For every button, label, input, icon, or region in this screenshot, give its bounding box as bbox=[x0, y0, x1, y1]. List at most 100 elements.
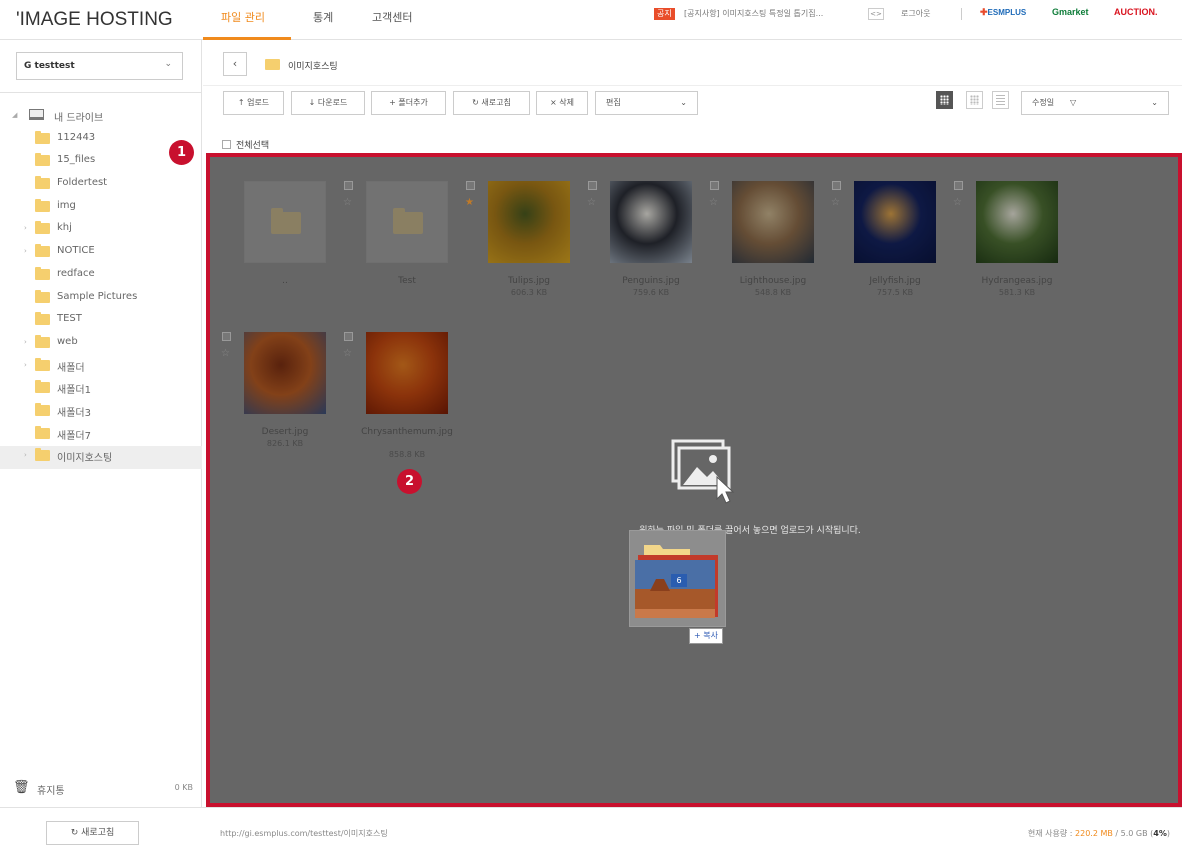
folder-icon bbox=[35, 357, 50, 371]
esmplus-logo[interactable]: ✚ESMPLUS bbox=[980, 7, 1026, 18]
sidebar-folder-item[interactable]: › khj bbox=[0, 219, 202, 242]
image-upload-icon bbox=[671, 439, 735, 504]
file-checkbox[interactable] bbox=[344, 332, 353, 341]
tab-customer-center[interactable]: 고객센터 bbox=[372, 9, 412, 25]
sort-select[interactable]: 수정일 ▽ ⌄ bbox=[1021, 91, 1169, 115]
file-checkbox[interactable] bbox=[466, 181, 475, 190]
sidebar-folder-label: img bbox=[57, 199, 76, 211]
select-all[interactable]: 전체선택 bbox=[222, 137, 269, 151]
esmplus-mark-icon: ✚ bbox=[980, 7, 988, 17]
star-icon[interactable]: ☆ bbox=[221, 348, 230, 359]
folder-icon bbox=[35, 312, 50, 326]
file-size: 757.5 KB bbox=[876, 288, 914, 297]
file-item[interactable]: ☆ Lighthouse.jpg 548.8 KB bbox=[709, 181, 814, 331]
expand-arrow-icon[interactable]: › bbox=[24, 451, 27, 459]
thumbnail-grid-view-button[interactable] bbox=[936, 91, 953, 109]
file-checkbox[interactable] bbox=[954, 181, 963, 190]
tree-root-my-drive[interactable]: ◢ 내 드라이브 bbox=[0, 106, 202, 129]
folder-icon bbox=[35, 221, 50, 235]
file-name: Chrysanthemum.jpg bbox=[361, 427, 453, 437]
expand-arrow-icon[interactable]: › bbox=[24, 247, 27, 255]
sidebar-folder-label: NOTICE bbox=[57, 245, 95, 257]
tab-statistics[interactable]: 통계 bbox=[313, 9, 333, 25]
file-item[interactable]: ★ Tulips.jpg 606.3 KB bbox=[465, 181, 570, 331]
star-icon[interactable]: ☆ bbox=[343, 197, 352, 208]
collapse-arrow-icon[interactable]: ◢ bbox=[12, 111, 17, 119]
tab-file-management[interactable]: 파일 관리 bbox=[221, 9, 265, 25]
star-icon[interactable]: ☆ bbox=[831, 197, 840, 208]
step-marker-1: 1 bbox=[169, 140, 194, 165]
trash-item[interactable]: 🗑 휴지통 0 KB bbox=[13, 780, 193, 797]
sidebar-folder-item[interactable]: Sample Pictures bbox=[0, 288, 202, 311]
select-all-checkbox[interactable] bbox=[222, 139, 231, 149]
auction-logo[interactable]: AUCTION. bbox=[1114, 7, 1158, 17]
sidebar-folder-item[interactable]: › 이미지호스팅 bbox=[0, 446, 202, 469]
drop-hint-text: 원하는 파일 및 폴더를 끌어서 놓으면 업로드가 시작됩니다. bbox=[639, 526, 861, 536]
file-item[interactable]: ☆ Chrysanthemum.jpg 858.8 KB bbox=[343, 332, 453, 482]
star-icon[interactable]: ☆ bbox=[953, 197, 962, 208]
parent-folder-thumbnail bbox=[244, 181, 326, 263]
sidebar-folder-item[interactable]: 새폴더7 bbox=[0, 424, 202, 447]
file-checkbox[interactable] bbox=[710, 181, 719, 190]
file-item[interactable]: ☆ Jellyfish.jpg 757.5 KB bbox=[831, 181, 936, 331]
list-view-button[interactable] bbox=[992, 91, 1009, 109]
star-icon[interactable]: ☆ bbox=[587, 197, 596, 208]
account-select[interactable]: G testtest ⌄ bbox=[16, 52, 183, 80]
back-button[interactable]: ‹ bbox=[223, 52, 247, 76]
gmarket-logo[interactable]: Gmarket bbox=[1052, 7, 1089, 17]
folder-icon bbox=[35, 402, 50, 416]
sidebar-folder-item[interactable]: Foldertest bbox=[0, 174, 202, 197]
top-header: 'IMAGE HOSTING 파일 관리 통계 고객센터 공지 [공지사항] 이… bbox=[0, 0, 1182, 40]
logout-link[interactable]: 로그아웃 bbox=[901, 8, 930, 19]
folder-item[interactable]: ☆ Test bbox=[343, 181, 448, 331]
edit-select[interactable]: 편집 ⌄ bbox=[595, 91, 698, 115]
current-path: 이미지호스팅 bbox=[288, 62, 338, 72]
file-checkbox[interactable] bbox=[344, 181, 353, 190]
drop-zone-overlay[interactable]: .. ☆ Test ★ Tulips.jpg 606.3 KB ☆ Penguins.jpg 7… bbox=[206, 153, 1182, 807]
drive-icon bbox=[29, 109, 44, 120]
brand-logo[interactable]: 'IMAGE HOSTING bbox=[16, 9, 173, 31]
expand-arrow-icon[interactable]: › bbox=[24, 224, 27, 232]
public-url: http://gi.esmplus.com/testtest/이미지호스팅 bbox=[220, 829, 388, 838]
file-size: 606.3 KB bbox=[510, 288, 548, 297]
file-checkbox[interactable] bbox=[588, 181, 597, 190]
notice-pager-button[interactable]: <> bbox=[868, 8, 884, 20]
folder-icon bbox=[393, 208, 423, 234]
notice-link[interactable]: [공지사항] 이미지호스팅 특정일 톱기집... bbox=[684, 8, 823, 19]
sidebar-folder-item[interactable]: img bbox=[0, 197, 202, 220]
copy-tooltip: + 복사 bbox=[689, 628, 723, 644]
sidebar-folder-item[interactable]: › web bbox=[0, 333, 202, 356]
download-button[interactable]: ↓ 다운로드 bbox=[291, 91, 365, 115]
sidebar-folder-item[interactable]: › 새폴더 bbox=[0, 356, 202, 379]
file-checkbox[interactable] bbox=[832, 181, 841, 190]
upload-button[interactable]: ↑ 업로드 bbox=[223, 91, 284, 115]
file-name: Hydrangeas.jpg bbox=[981, 276, 1053, 286]
file-item[interactable]: ☆ Hydrangeas.jpg 581.3 KB bbox=[953, 181, 1058, 331]
file-size: 548.8 KB bbox=[754, 288, 792, 297]
file-item[interactable]: ☆ Penguins.jpg 759.6 KB bbox=[587, 181, 692, 331]
refresh-button[interactable]: ↻ 새로고침 bbox=[453, 91, 530, 115]
sidebar-folder-item[interactable]: TEST bbox=[0, 310, 202, 333]
storage-usage: 현재 사용량 : 220.2 MB / 5.0 GB (4%) bbox=[1027, 829, 1170, 838]
add-folder-button[interactable]: + 폴더추가 bbox=[371, 91, 446, 115]
expand-arrow-icon[interactable]: › bbox=[24, 361, 27, 369]
sidebar-folder-item[interactable]: 새폴더1 bbox=[0, 378, 202, 401]
file-checkbox[interactable] bbox=[222, 332, 231, 341]
sidebar-folder-label: redface bbox=[57, 267, 95, 279]
sidebar-folder-item[interactable]: redface bbox=[0, 265, 202, 288]
sidebar-refresh-button[interactable]: ↻ 새로고침 bbox=[46, 821, 139, 845]
expand-arrow-icon[interactable]: › bbox=[24, 338, 27, 346]
download-arrow-icon: ↓ bbox=[308, 98, 318, 107]
sidebar-folder-item[interactable]: 새폴더3 bbox=[0, 401, 202, 424]
image-thumbnail bbox=[732, 181, 814, 263]
sidebar-folder-label: 새폴더3 bbox=[57, 407, 91, 419]
star-icon[interactable]: ★ bbox=[465, 197, 474, 208]
small-grid-view-button[interactable] bbox=[966, 91, 983, 109]
star-icon[interactable]: ☆ bbox=[343, 348, 352, 359]
star-icon[interactable]: ☆ bbox=[709, 197, 718, 208]
sidebar-folder-item[interactable]: › NOTICE bbox=[0, 242, 202, 265]
file-item[interactable]: ☆ Desert.jpg 826.1 KB bbox=[221, 332, 326, 482]
parent-folder-item[interactable]: .. bbox=[222, 181, 326, 331]
folder-icon bbox=[35, 289, 50, 303]
delete-button[interactable]: × 삭제 bbox=[536, 91, 588, 115]
